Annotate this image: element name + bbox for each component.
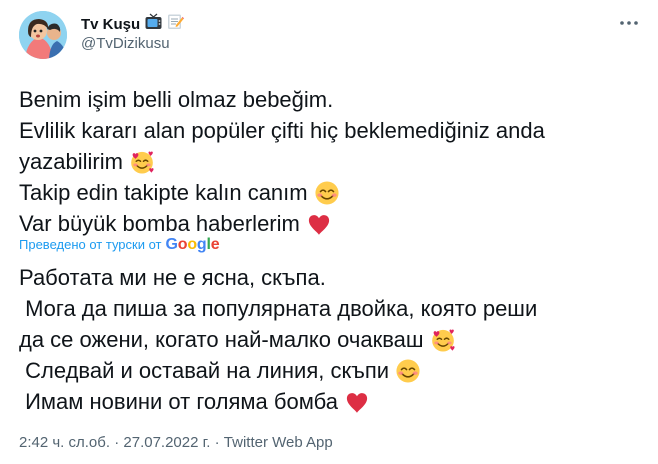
- tweet-card: Tv Kuşu @TvDizikusu Benim işim belli olm…: [0, 0, 658, 464]
- tweet-meta: 2:42 ч. сл.об. · 27.07.2022 г. · Twitter…: [19, 433, 333, 453]
- red-heart-icon: [346, 392, 368, 413]
- more-options-button[interactable]: [612, 10, 646, 34]
- translated-line: да се ожени, когато най-малко очакваш: [19, 324, 639, 355]
- translated-line: Имам новини от голяма бомба: [19, 386, 639, 417]
- tweet-source[interactable]: Twitter Web App: [224, 434, 333, 451]
- smiling-face-with-hearts-icon: [431, 329, 455, 352]
- smiling-face-with-smiling-eyes-icon: [315, 180, 339, 205]
- smiling-face-with-smiling-eyes-icon: [396, 358, 420, 383]
- translated-line: Работата ми не е ясна, скъпа.: [19, 265, 326, 290]
- meta-separator: ·: [214, 434, 220, 451]
- translated-by-label[interactable]: Преведено от турски от: [19, 237, 162, 253]
- tweet-text: Benim işim belli olmaz bebeğim. Evlilik …: [19, 84, 639, 239]
- tweet-line: Evlilik kararı alan popüler çifti hiç be…: [19, 118, 545, 143]
- memo-icon: [167, 13, 185, 36]
- translated-line: Следвай и оставай на линия, скъпи: [19, 355, 639, 386]
- tweet-line: Var büyük bomba haberlerim: [19, 208, 639, 239]
- tweet-line: Benim işim belli olmaz bebeğim.: [19, 87, 334, 112]
- tweet-line: Takip edin takipte kalın canım: [19, 177, 639, 208]
- tweet-line: yazabilirim: [19, 146, 639, 177]
- translated-text: Работата ми не е ясна, скъпа. Мога да пи…: [19, 262, 639, 417]
- translated-line: Мога да пиша за популярната двойка, коят…: [19, 296, 538, 321]
- more-options-icon: [619, 13, 639, 31]
- user-handle[interactable]: @TvDizikusu: [81, 34, 170, 54]
- tweet-date[interactable]: 27.07.2022 г.: [123, 434, 210, 451]
- user-name-row[interactable]: Tv Kuşu: [81, 13, 185, 36]
- meta-separator: ·: [114, 434, 120, 451]
- google-logo: Google: [165, 236, 220, 253]
- display-name[interactable]: Tv Kuşu: [81, 15, 140, 35]
- red-heart-icon: [308, 214, 329, 235]
- tweet-time[interactable]: 2:42 ч. сл.об.: [19, 434, 110, 451]
- translated-by-link[interactable]: Преведено от турски от Google: [19, 236, 220, 253]
- avatar-illustration: [19, 11, 67, 59]
- avatar[interactable]: [19, 11, 67, 59]
- tv-icon: [145, 13, 162, 36]
- smiling-face-with-hearts-icon: [131, 151, 154, 174]
